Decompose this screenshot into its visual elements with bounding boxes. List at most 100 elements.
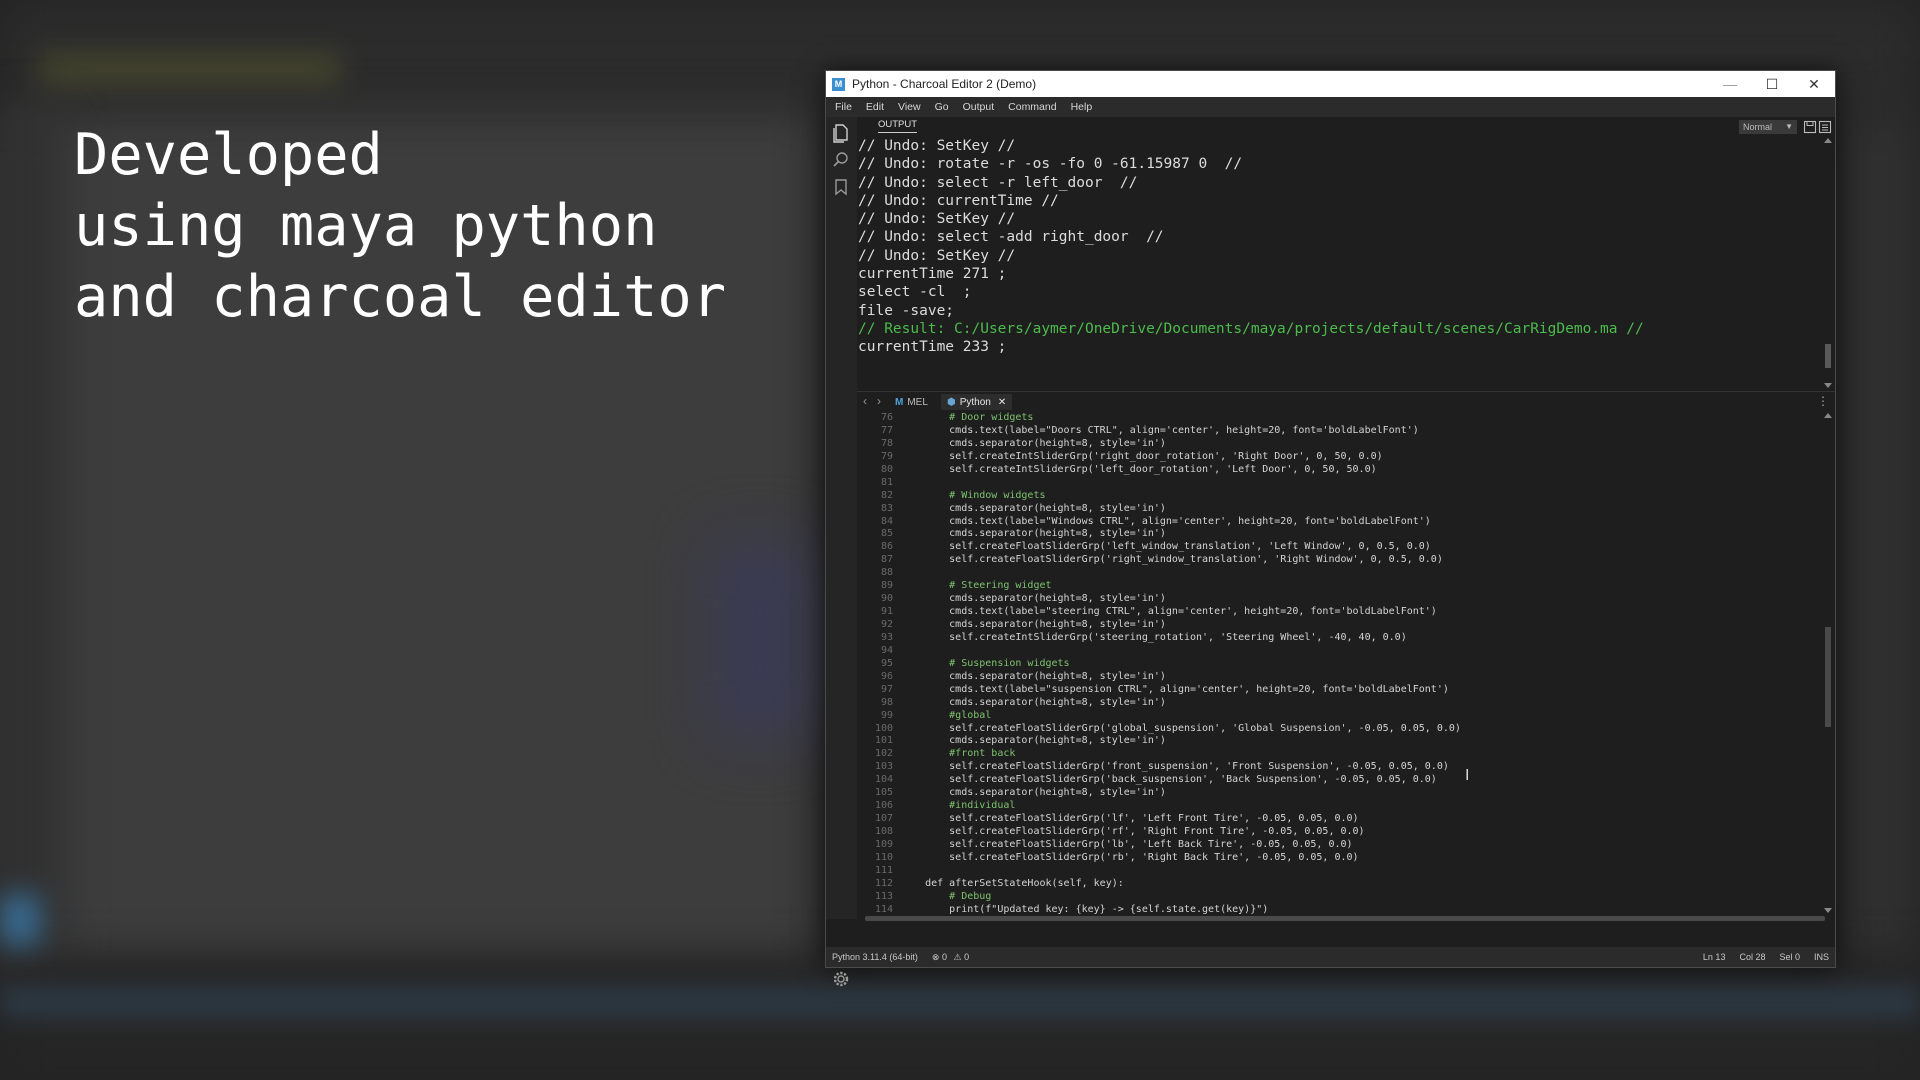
line-number: 103: [874, 761, 893, 773]
code-text: # Suspension widgets: [901, 657, 1070, 669]
insert-mode[interactable]: INS: [1814, 952, 1829, 962]
status-bar: Python 3.11.4 (64-bit) ⊗ 0 ⚠ 0 Ln 13 Col…: [826, 947, 1835, 967]
horizontal-scrollbar[interactable]: [857, 914, 1825, 923]
overlay-line-1: Developed: [74, 122, 383, 188]
code-text: # Debug: [901, 890, 992, 902]
code-line: 89 # Steering widget: [857, 580, 1819, 593]
line-number: 93: [880, 631, 893, 643]
menu-edit[interactable]: Edit: [859, 101, 891, 113]
line-number: 77: [880, 424, 893, 436]
line-number: 91: [880, 606, 893, 618]
line-number: 108: [874, 826, 893, 837]
error-icon: ⊗: [931, 951, 940, 962]
tab-python-label: Python: [959, 396, 991, 408]
code-line: 113 # Debug: [857, 891, 1819, 904]
output-line: currentTime 233 ;: [858, 339, 1007, 356]
line-number: 89: [880, 580, 893, 592]
scroll-up-arrow-icon[interactable]: [1824, 137, 1832, 143]
title-bar[interactable]: M Python - Charcoal Editor 2 (Demo) — ☐ …: [826, 71, 1835, 97]
save-output-icon[interactable]: [1803, 120, 1817, 134]
error-count[interactable]: ⊗ 0 ⚠ 0: [932, 952, 969, 963]
code-line: 100 self.createFloatSliderGrp('global_su…: [857, 723, 1819, 736]
line-number: 95: [880, 657, 893, 669]
menu-file[interactable]: File: [826, 101, 859, 113]
code-line: 94: [857, 645, 1819, 658]
interpreter-version[interactable]: Python 3.11.4 (64-bit): [832, 952, 918, 962]
line-number: 79: [880, 450, 893, 462]
cursor-line[interactable]: Ln 13: [1703, 952, 1726, 962]
code-text: cmds.text(label="steering CTRL", align='…: [901, 606, 1437, 618]
code-scrollbar[interactable]: [1823, 412, 1833, 914]
line-number: 102: [874, 748, 893, 760]
bookmark-icon[interactable]: [831, 177, 851, 197]
tab-mel[interactable]: M MEL: [895, 394, 928, 410]
line-number: 88: [880, 567, 893, 579]
code-text: self.createFloatSliderGrp('rb', 'Right B…: [901, 851, 1359, 863]
code-line: 93 self.createIntSliderGrp('steering_rot…: [857, 632, 1819, 645]
menu-view[interactable]: View: [891, 101, 928, 113]
code-scroll-down-icon[interactable]: [1824, 908, 1832, 914]
bg-region-bottom: [0, 960, 1920, 1080]
code-line: 111: [857, 865, 1819, 878]
nav-back-icon[interactable]: ‹: [863, 394, 867, 408]
output-line: // Undo: currentTime //: [858, 192, 1059, 209]
code-line: 85 cmds.separator(height=8, style='in'): [857, 528, 1819, 541]
code-text: def afterSetStateHook(self, key):: [901, 877, 1124, 889]
menu-go[interactable]: Go: [928, 101, 956, 113]
line-number: 112: [874, 877, 893, 889]
line-number: 92: [880, 619, 893, 630]
code-text: self.createFloatSliderGrp('front_suspens…: [901, 761, 1449, 773]
output-scroll-thumb[interactable]: [1825, 344, 1831, 368]
code-line: 97 cmds.text(label="suspension CTRL", al…: [857, 684, 1819, 697]
cursor-col[interactable]: Col 28: [1739, 952, 1765, 962]
explorer-files-icon[interactable]: [831, 123, 851, 143]
line-number: 87: [880, 554, 893, 566]
more-options-icon[interactable]: ⋮: [1817, 394, 1829, 408]
line-number: 100: [874, 722, 893, 734]
output-scrollbar[interactable]: [1823, 137, 1833, 389]
code-line: 98 cmds.separator(height=8, style='in'): [857, 697, 1819, 710]
line-number: 90: [880, 593, 893, 605]
output-panel[interactable]: // Undo: SetKey // // Undo: rotate -r -os…: [858, 137, 1824, 389]
code-text: cmds.text(label="Windows CTRL", align='c…: [901, 515, 1431, 527]
tab-close-icon[interactable]: ✕: [998, 397, 1006, 408]
search-icon[interactable]: [831, 150, 851, 170]
code-line: 78 cmds.separator(height=8, style='in'): [857, 438, 1819, 451]
tab-mel-label: MEL: [907, 396, 928, 408]
line-number: 113: [874, 890, 893, 902]
horizontal-scroll-thumb[interactable]: [865, 916, 1825, 921]
output-mode-dropdown[interactable]: Normal ▼: [1739, 120, 1797, 134]
menu-command[interactable]: Command: [1001, 101, 1063, 113]
code-text: cmds.text(label="Doors CTRL", align='cen…: [901, 424, 1419, 436]
code-text: self.createFloatSliderGrp('global_suspen…: [901, 722, 1461, 734]
code-text: cmds.separator(height=8, style='in'): [901, 593, 1166, 605]
code-text: self.createIntSliderGrp('right_door_rota…: [901, 450, 1383, 462]
output-line: // Undo: SetKey //: [858, 211, 1016, 228]
warning-icon: ⚠: [953, 951, 962, 962]
scroll-down-arrow-icon[interactable]: [1824, 383, 1832, 389]
output-tab[interactable]: OUTPUT: [878, 119, 918, 133]
code-text: cmds.text(label="suspension CTRL", align…: [901, 683, 1449, 695]
code-scroll-thumb[interactable]: [1825, 627, 1831, 727]
settings-gear-icon[interactable]: [831, 969, 851, 989]
maximize-button[interactable]: ☐: [1751, 71, 1793, 97]
code-editor[interactable]: 76 # Door widgets 77 cmds.text(label="Doo…: [857, 412, 1819, 914]
code-text: #front back: [901, 748, 1016, 760]
close-button[interactable]: ✕: [1793, 71, 1835, 97]
code-text: cmds.separator(height=8, style='in'): [901, 528, 1166, 540]
line-number: 86: [880, 541, 893, 553]
overlay-line-2: using maya python: [74, 193, 658, 259]
line-number: 83: [880, 502, 893, 514]
menu-output[interactable]: Output: [956, 101, 1002, 113]
code-scroll-up-icon[interactable]: [1824, 412, 1832, 418]
status-right: Ln 13 Col 28 Sel 0 INS: [1703, 952, 1835, 962]
menu-help[interactable]: Help: [1064, 101, 1100, 113]
minimize-button[interactable]: —: [1709, 71, 1751, 97]
output-line: // Undo: rotate -r -os -fo 0 -61.15987 0…: [858, 156, 1243, 173]
nav-forward-icon[interactable]: ›: [877, 394, 881, 408]
selection-count[interactable]: Sel 0: [1779, 952, 1800, 962]
tab-python[interactable]: ⬢ Python ✕: [941, 394, 1013, 410]
code-line: 106 #individual: [857, 800, 1819, 813]
code-text: self.createIntSliderGrp('left_door_rotat…: [901, 463, 1377, 475]
clear-output-icon[interactable]: [1818, 120, 1832, 134]
